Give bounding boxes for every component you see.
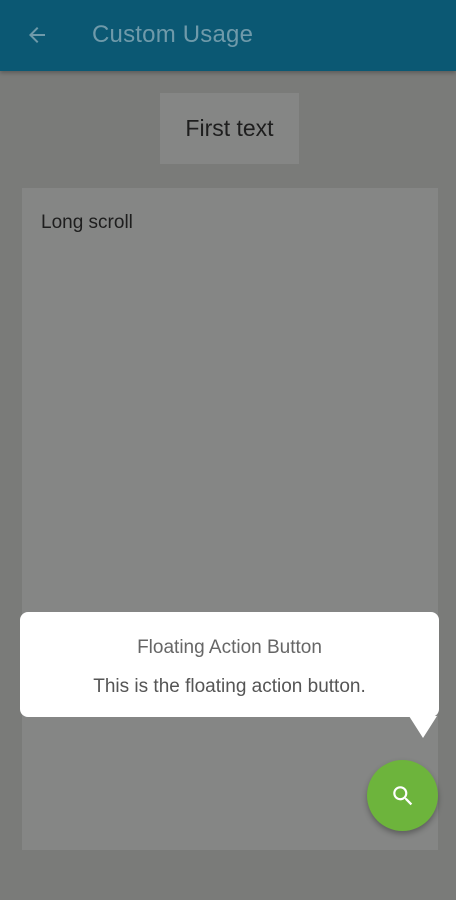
long-scroll-label: Long scroll xyxy=(41,212,133,233)
tooltip-arrow xyxy=(409,716,437,738)
back-button[interactable] xyxy=(20,18,54,52)
app-screen: Custom Usage First text Long scroll Floa… xyxy=(0,0,456,900)
app-bar: Custom Usage xyxy=(0,0,456,71)
page-title: Custom Usage xyxy=(92,21,254,48)
first-text-card: First text xyxy=(160,93,299,164)
floating-action-button[interactable] xyxy=(367,760,438,831)
showcase-tooltip: Floating Action Button This is the float… xyxy=(20,612,439,738)
tooltip-title: Floating Action Button xyxy=(137,637,322,658)
first-text-label: First text xyxy=(185,115,274,141)
long-scroll-container[interactable]: Long scroll xyxy=(22,188,438,850)
tooltip-description: This is the floating action button. xyxy=(93,676,366,697)
arrow-back-icon xyxy=(29,27,45,43)
search-icon xyxy=(392,785,412,805)
